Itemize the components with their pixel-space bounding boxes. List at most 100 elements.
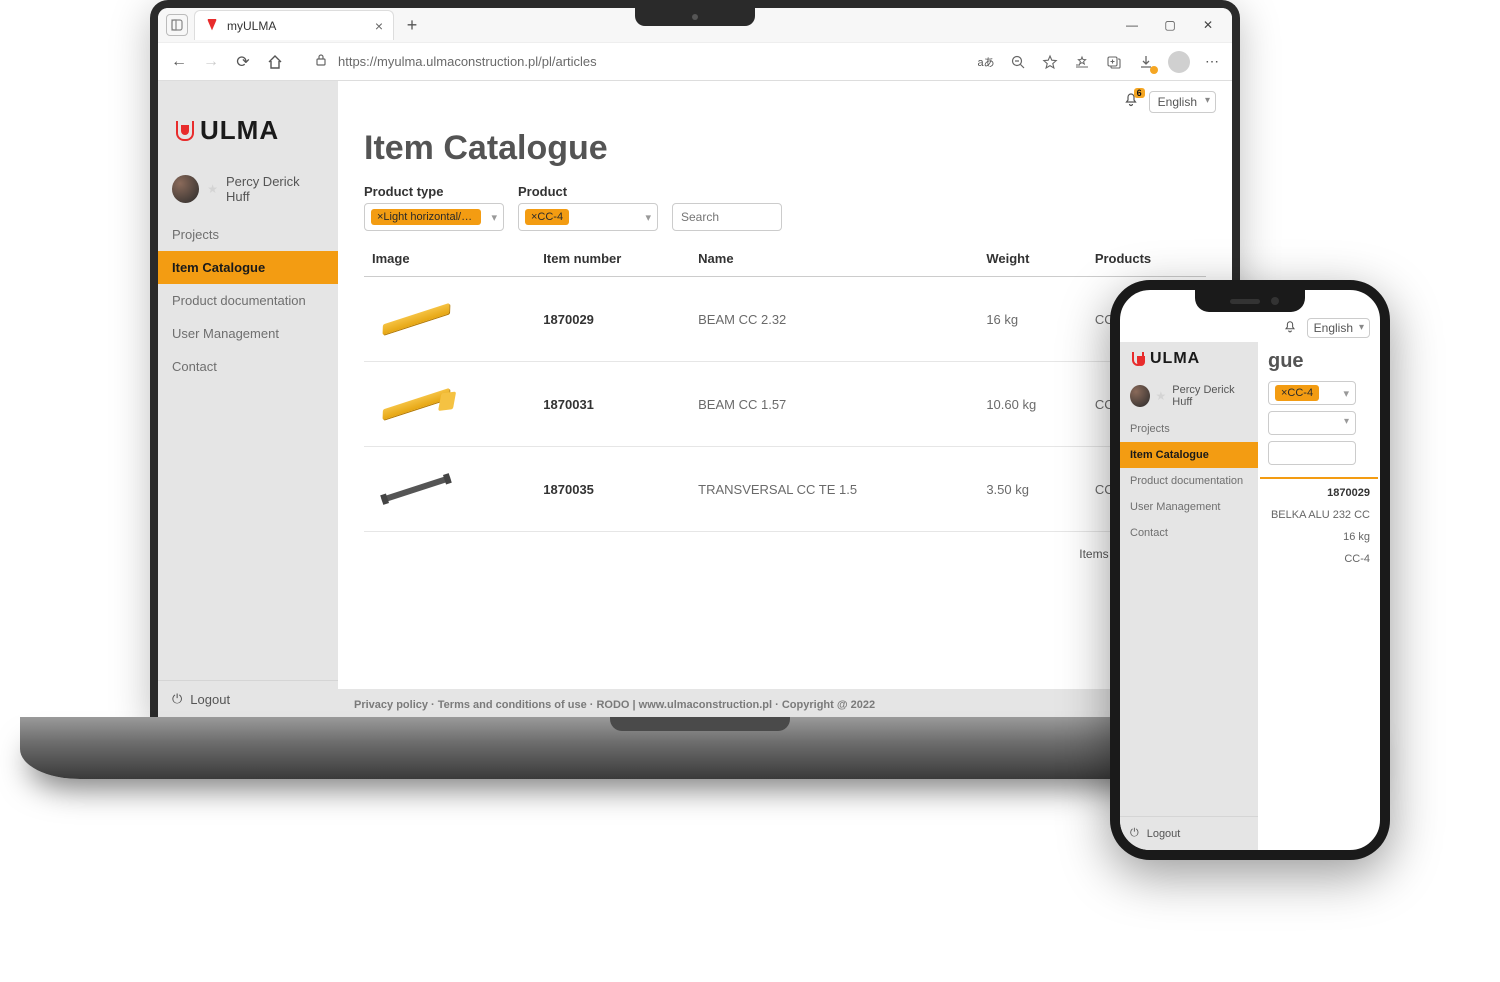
logout-label: Logout bbox=[190, 692, 230, 707]
product-type-select[interactable]: ×Light horizontal/sl… bbox=[364, 203, 504, 231]
phone-product-chip[interactable]: ×CC-4 bbox=[1275, 385, 1319, 401]
th-products: Products bbox=[1087, 241, 1206, 277]
product-label: Product bbox=[518, 184, 658, 199]
sidebar-nav: Projects Item Catalogue Product document… bbox=[158, 218, 338, 383]
favorites-bar-icon[interactable] bbox=[1072, 52, 1092, 72]
brand-name: ULMA bbox=[200, 115, 279, 146]
sidebar-item-user-management[interactable]: User Management bbox=[158, 317, 338, 350]
phone-logo: ULMA bbox=[1120, 342, 1258, 376]
item-name: BEAM CC 1.57 bbox=[690, 362, 978, 447]
sidebar-item-projects[interactable]: Projects bbox=[158, 218, 338, 251]
product-chip[interactable]: ×CC-4 bbox=[525, 209, 569, 225]
browser-toolbar: ← → ⟳ https://myulma.ulmaconstruction.pl… bbox=[158, 42, 1232, 80]
phone-nav-user-management[interactable]: User Management bbox=[1120, 494, 1258, 520]
item-number: 1870029 bbox=[535, 277, 690, 362]
th-item-number: Item number bbox=[535, 241, 690, 277]
sidebar-item-catalogue[interactable]: Item Catalogue bbox=[158, 251, 338, 284]
phone-secondary-select[interactable] bbox=[1268, 411, 1356, 435]
app-root: ULMA ★ Percy Derick Huff Projects Item C… bbox=[158, 81, 1232, 720]
reload-button[interactable]: ⟳ bbox=[232, 51, 254, 73]
phone-nav-catalogue[interactable]: Item Catalogue bbox=[1120, 442, 1258, 468]
downloads-icon[interactable] bbox=[1136, 52, 1156, 72]
phone-nav-projects[interactable]: Projects bbox=[1120, 416, 1258, 442]
forward-button[interactable]: → bbox=[200, 51, 222, 73]
star-icon: ★ bbox=[1156, 389, 1167, 403]
phone-nav-contact[interactable]: Contact bbox=[1120, 520, 1258, 546]
content-area: Item Catalogue Product type ×Light horiz… bbox=[338, 113, 1232, 689]
address-bar[interactable]: https://myulma.ulmaconstruction.pl/pl/ar… bbox=[338, 54, 966, 69]
table-row[interactable]: 1870029 BEAM CC 2.32 16 kg CC-4 bbox=[364, 277, 1206, 362]
logout-button[interactable]: ⏻ Logout bbox=[158, 680, 338, 720]
item-thumbnail bbox=[372, 465, 460, 513]
phone-logout[interactable]: ⏻ Logout bbox=[1120, 816, 1258, 850]
maximize-button[interactable]: ▢ bbox=[1154, 14, 1186, 36]
phone-app: English ULMA ★ Percy Derick Huff Project… bbox=[1120, 290, 1380, 850]
table-row[interactable]: 1870031 BEAM CC 1.57 10.60 kg CC-4 bbox=[364, 362, 1206, 447]
phone-item-weight: 16 kg bbox=[1268, 531, 1370, 543]
close-tab-button[interactable]: × bbox=[375, 18, 383, 34]
sidebar-item-contact[interactable]: Contact bbox=[158, 350, 338, 383]
power-icon: ⏻ bbox=[1130, 827, 1139, 840]
logo: ULMA bbox=[158, 81, 338, 164]
phone-item-name: BELKA ALU 232 CC bbox=[1268, 509, 1370, 521]
laptop-notch bbox=[635, 8, 755, 26]
sidebar: ULMA ★ Percy Derick Huff Projects Item C… bbox=[158, 81, 338, 720]
translate-icon[interactable]: aあ bbox=[976, 52, 996, 72]
main-content: 6 English Item Catalogue Product type ×L… bbox=[338, 81, 1232, 720]
footer: Privacy policy · Terms and conditions of… bbox=[338, 689, 1232, 720]
power-icon: ⏻ bbox=[172, 691, 182, 707]
phone-page-title: gue bbox=[1268, 350, 1370, 373]
phone-user-name: Percy Derick Huff bbox=[1172, 384, 1248, 408]
product-type-chip[interactable]: ×Light horizontal/sl… bbox=[371, 209, 481, 225]
user-name: Percy Derick Huff bbox=[226, 174, 324, 204]
page-title: Item Catalogue bbox=[364, 129, 1206, 168]
phone-item-number: 1870029 bbox=[1268, 487, 1370, 499]
collections-icon[interactable] bbox=[1104, 52, 1124, 72]
language-select[interactable]: English bbox=[1149, 91, 1216, 113]
ulma-favicon bbox=[205, 19, 219, 33]
zoom-out-icon[interactable] bbox=[1008, 52, 1028, 72]
laptop-screen: myULMA × + — ▢ ✕ ← → ⟳ bbox=[150, 0, 1240, 720]
phone-main: gue ×CC-4 1870029 BELKA ALU 232 CC 16 kg… bbox=[1258, 342, 1380, 850]
table-row[interactable]: 1870035 TRANSVERSAL CC TE 1.5 3.50 kg CC… bbox=[364, 447, 1206, 532]
profile-avatar-icon[interactable] bbox=[1168, 51, 1190, 73]
new-tab-button[interactable]: + bbox=[400, 13, 424, 37]
back-button[interactable]: ← bbox=[168, 51, 190, 73]
favorite-star-icon[interactable] bbox=[1040, 52, 1060, 72]
item-name: BEAM CC 2.32 bbox=[690, 277, 978, 362]
ulma-mark-icon bbox=[174, 119, 196, 143]
product-select[interactable]: ×CC-4 bbox=[518, 203, 658, 231]
filter-bar: Product type ×Light horizontal/sl… Produ… bbox=[364, 184, 1206, 231]
laptop-frame: myULMA × + — ▢ ✕ ← → ⟳ bbox=[20, 0, 1280, 800]
browser-tab[interactable]: myULMA × bbox=[194, 10, 394, 40]
item-weight: 10.60 kg bbox=[978, 362, 1087, 447]
items-tbody: 1870029 BEAM CC 2.32 16 kg CC-4 1870031 … bbox=[364, 277, 1206, 532]
phone-search-input[interactable] bbox=[1268, 441, 1356, 465]
notifications-button[interactable]: 6 bbox=[1123, 92, 1139, 113]
tab-overview-button[interactable] bbox=[166, 14, 188, 36]
user-avatar bbox=[172, 175, 199, 203]
search-input[interactable] bbox=[672, 203, 782, 231]
phone-user[interactable]: ★ Percy Derick Huff bbox=[1120, 376, 1258, 416]
phone-bell-icon[interactable] bbox=[1283, 320, 1297, 337]
item-thumbnail bbox=[372, 295, 460, 343]
item-weight: 3.50 kg bbox=[978, 447, 1087, 532]
home-button[interactable] bbox=[264, 51, 286, 73]
divider bbox=[1260, 477, 1378, 479]
minimize-button[interactable]: — bbox=[1116, 14, 1148, 36]
close-window-button[interactable]: ✕ bbox=[1192, 14, 1224, 36]
phone-nav-documentation[interactable]: Product documentation bbox=[1120, 468, 1258, 494]
toolbar-actions: aあ ⋯ bbox=[976, 51, 1222, 73]
more-menu-icon[interactable]: ⋯ bbox=[1202, 52, 1222, 72]
phone-item-card[interactable]: 1870029 BELKA ALU 232 CC 16 kg CC-4 bbox=[1268, 487, 1370, 565]
phone-language-select[interactable]: English bbox=[1307, 318, 1370, 338]
item-number: 1870031 bbox=[535, 362, 690, 447]
pagination: Items per page: 20 bbox=[364, 532, 1206, 575]
phone-product-select[interactable]: ×CC-4 bbox=[1268, 381, 1356, 405]
notifications-badge: 6 bbox=[1134, 88, 1145, 98]
user-profile[interactable]: ★ Percy Derick Huff bbox=[158, 164, 338, 218]
phone-notch bbox=[1195, 290, 1305, 312]
sidebar-item-documentation[interactable]: Product documentation bbox=[158, 284, 338, 317]
lock-icon[interactable] bbox=[314, 53, 328, 70]
item-name: TRANSVERSAL CC TE 1.5 bbox=[690, 447, 978, 532]
